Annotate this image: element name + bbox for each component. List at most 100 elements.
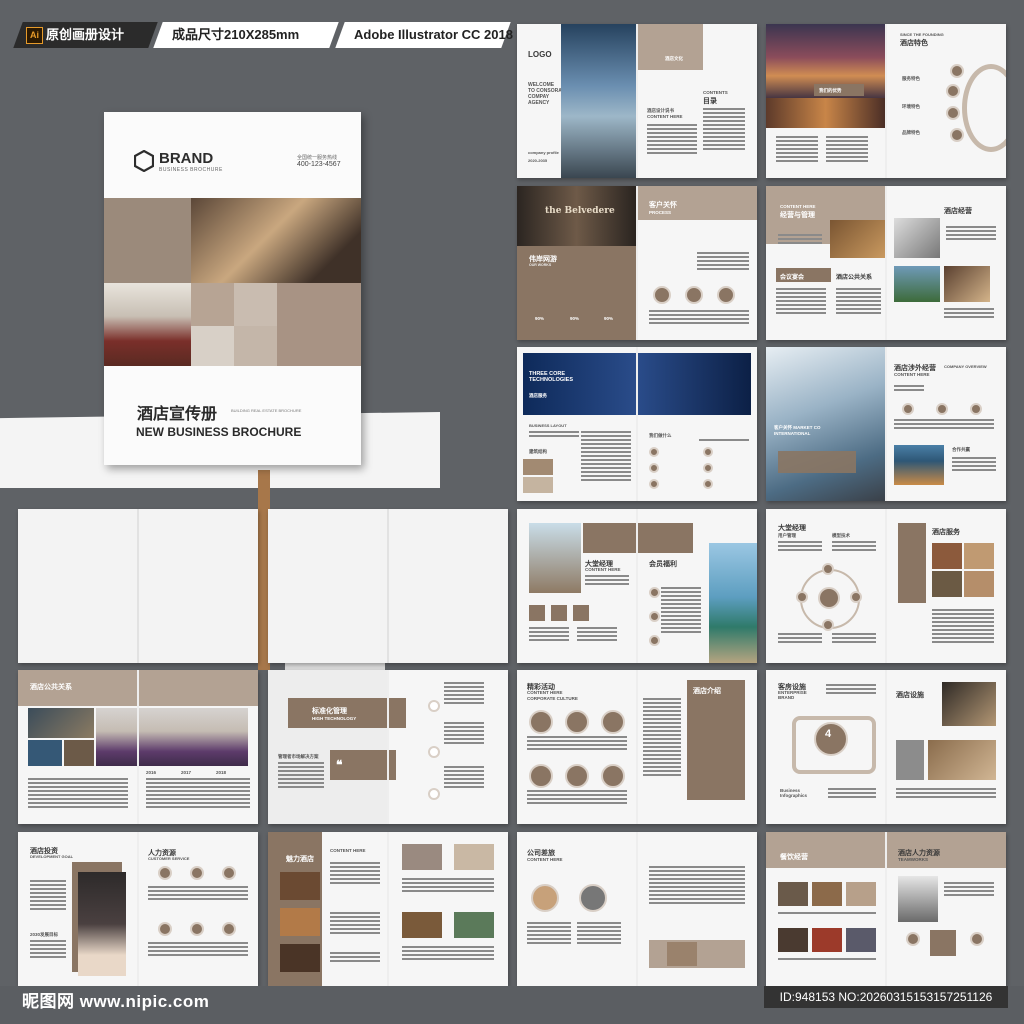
- text-lines: [529, 627, 569, 643]
- spread-service: 大堂经理 用户管理 模型技术 酒店服务: [766, 509, 1006, 663]
- food-photo: [280, 908, 320, 936]
- bullet-circle: [649, 587, 660, 598]
- cover-brand-sub: BUSINESS BROCHURE: [159, 167, 223, 173]
- text-lines: [577, 627, 617, 643]
- icon-circle: [970, 932, 984, 946]
- thumb-photo: [812, 882, 842, 906]
- icon-circle: [946, 106, 960, 120]
- text-lines: [581, 431, 631, 483]
- meeting-room-photo: [830, 220, 885, 258]
- dining-title: 餐饮经营: [780, 854, 808, 861]
- text-lines: [330, 912, 380, 936]
- member-title: 会员福利: [649, 561, 677, 568]
- photo-circle: [529, 710, 553, 734]
- icon-circle: [190, 922, 204, 936]
- plan-label: 管理者市场解决方案: [278, 754, 319, 759]
- technologies-title: THREE CORE TECHNOLOGIES: [529, 371, 574, 383]
- island-photo: [709, 543, 757, 663]
- icon-circle: [950, 128, 964, 142]
- text-lines: [697, 252, 749, 272]
- market-label: 客户关怀 MARKET CO INTERNATIONAL: [774, 425, 821, 436]
- manage-title: 经营与管理: [780, 212, 815, 219]
- icon-circle: [950, 64, 964, 78]
- icon-circle: [902, 403, 914, 415]
- text-lines: [30, 880, 66, 912]
- bullet-circle: [703, 463, 713, 473]
- bell-photo: [529, 523, 581, 593]
- dining-photo: [667, 942, 697, 966]
- office-photo: [928, 740, 996, 780]
- photo-circle: [531, 884, 559, 912]
- ring-graphic: [962, 64, 1006, 152]
- text-lines: [148, 942, 248, 958]
- model-label: 模型技术: [832, 533, 850, 538]
- bullet-circle: [703, 479, 713, 489]
- icon-circle: [936, 403, 948, 415]
- text-lines: [402, 878, 494, 894]
- spread-charm: 魅力酒店 CONTENT HERE: [268, 832, 508, 986]
- manager-photo: [898, 876, 938, 922]
- features-title: 酒店特色: [900, 40, 928, 47]
- thumb-photo: [523, 477, 553, 493]
- lobby-photo: [944, 266, 990, 302]
- text-lines: [647, 124, 697, 156]
- icon-circle: [653, 286, 671, 304]
- thumb-photo: [846, 928, 876, 952]
- layout-label: BUSINESS LAYOUT: [529, 423, 567, 428]
- text-lines: [828, 788, 876, 800]
- text-lines: [402, 946, 494, 962]
- city-lights-photo: [766, 98, 885, 128]
- conference-hall-photo: [104, 283, 191, 366]
- text-lines: [778, 633, 822, 645]
- spread-facilities: 客房设施 ENTERPRISE BRAND 4 Business Infogra…: [766, 670, 1006, 824]
- teamworks-label: TEAMWORKS: [898, 857, 928, 862]
- infographic-number: 4: [825, 728, 832, 740]
- cover-hotline: 400-123-4567: [297, 161, 341, 168]
- hotel-room-photo: [191, 198, 361, 283]
- handshake-photo: [894, 218, 940, 258]
- what-we-do: 我们做什么: [649, 433, 672, 438]
- food-photo: [932, 543, 962, 569]
- percent-1: 90%: [535, 316, 545, 321]
- text-lines: [444, 766, 484, 790]
- icon-circle: [428, 788, 440, 800]
- spread-overseas: 客户关怀 MARKET CO INTERNATIONAL 酒店涉外经营 CONT…: [766, 347, 1006, 501]
- icon-circle: [428, 746, 440, 758]
- pr-title: 酒店公共关系: [30, 684, 72, 691]
- icon-circle: [717, 286, 735, 304]
- garden-photo: [454, 912, 494, 938]
- brochure-cover: BRAND BUSINESS BROCHURE 全国统一服务热线 400-123…: [104, 112, 361, 465]
- thumb-photo: [778, 882, 808, 906]
- user-label: 用户管理: [778, 533, 796, 538]
- infographics-label: Business Infographics: [780, 788, 808, 798]
- cover-title-small: BUILDING REAL ESTATE BROCHURE: [231, 408, 302, 413]
- photo-circle: [529, 764, 553, 788]
- year-2016: 2016: [146, 770, 157, 775]
- toc-lines: [703, 108, 745, 152]
- spread-lobby: 大堂经理 CONTENT HERE 会员福利: [517, 509, 757, 663]
- text-lines: [330, 862, 380, 886]
- header-band: [638, 24, 703, 70]
- thumb-photo: [812, 928, 842, 952]
- text-lines: [148, 886, 248, 902]
- percent-2: 90%: [570, 316, 580, 321]
- company-overview: COMPANY OVERVIEW: [944, 364, 987, 369]
- corporate-label: CORPORATE CULTURE: [527, 696, 578, 701]
- intro-title: 酒店介绍: [693, 688, 721, 695]
- text-lines: [894, 385, 924, 393]
- build-label: 建筑结构: [529, 449, 547, 454]
- thumb-photo: [778, 928, 808, 952]
- spread-features: 我们的优势 SINCE THE FOUNDING 酒店特色 服务特色 环境特色 …: [766, 24, 1006, 178]
- cover-title-cn: 酒店宣传册: [137, 406, 218, 423]
- cover-brand: BRAND: [159, 150, 214, 167]
- garden-photo: [932, 571, 962, 597]
- dining-photo: [964, 571, 994, 597]
- about-label: 酒店文化: [665, 56, 683, 61]
- icon-circle: [158, 866, 172, 880]
- process-title: 客户关怀: [649, 202, 677, 209]
- tag-size: 成品尺寸210X285mm: [153, 22, 339, 48]
- orbit-node: [850, 591, 862, 603]
- text-lines: [444, 722, 484, 746]
- text-lines: [894, 419, 994, 431]
- icon-block: [573, 605, 589, 621]
